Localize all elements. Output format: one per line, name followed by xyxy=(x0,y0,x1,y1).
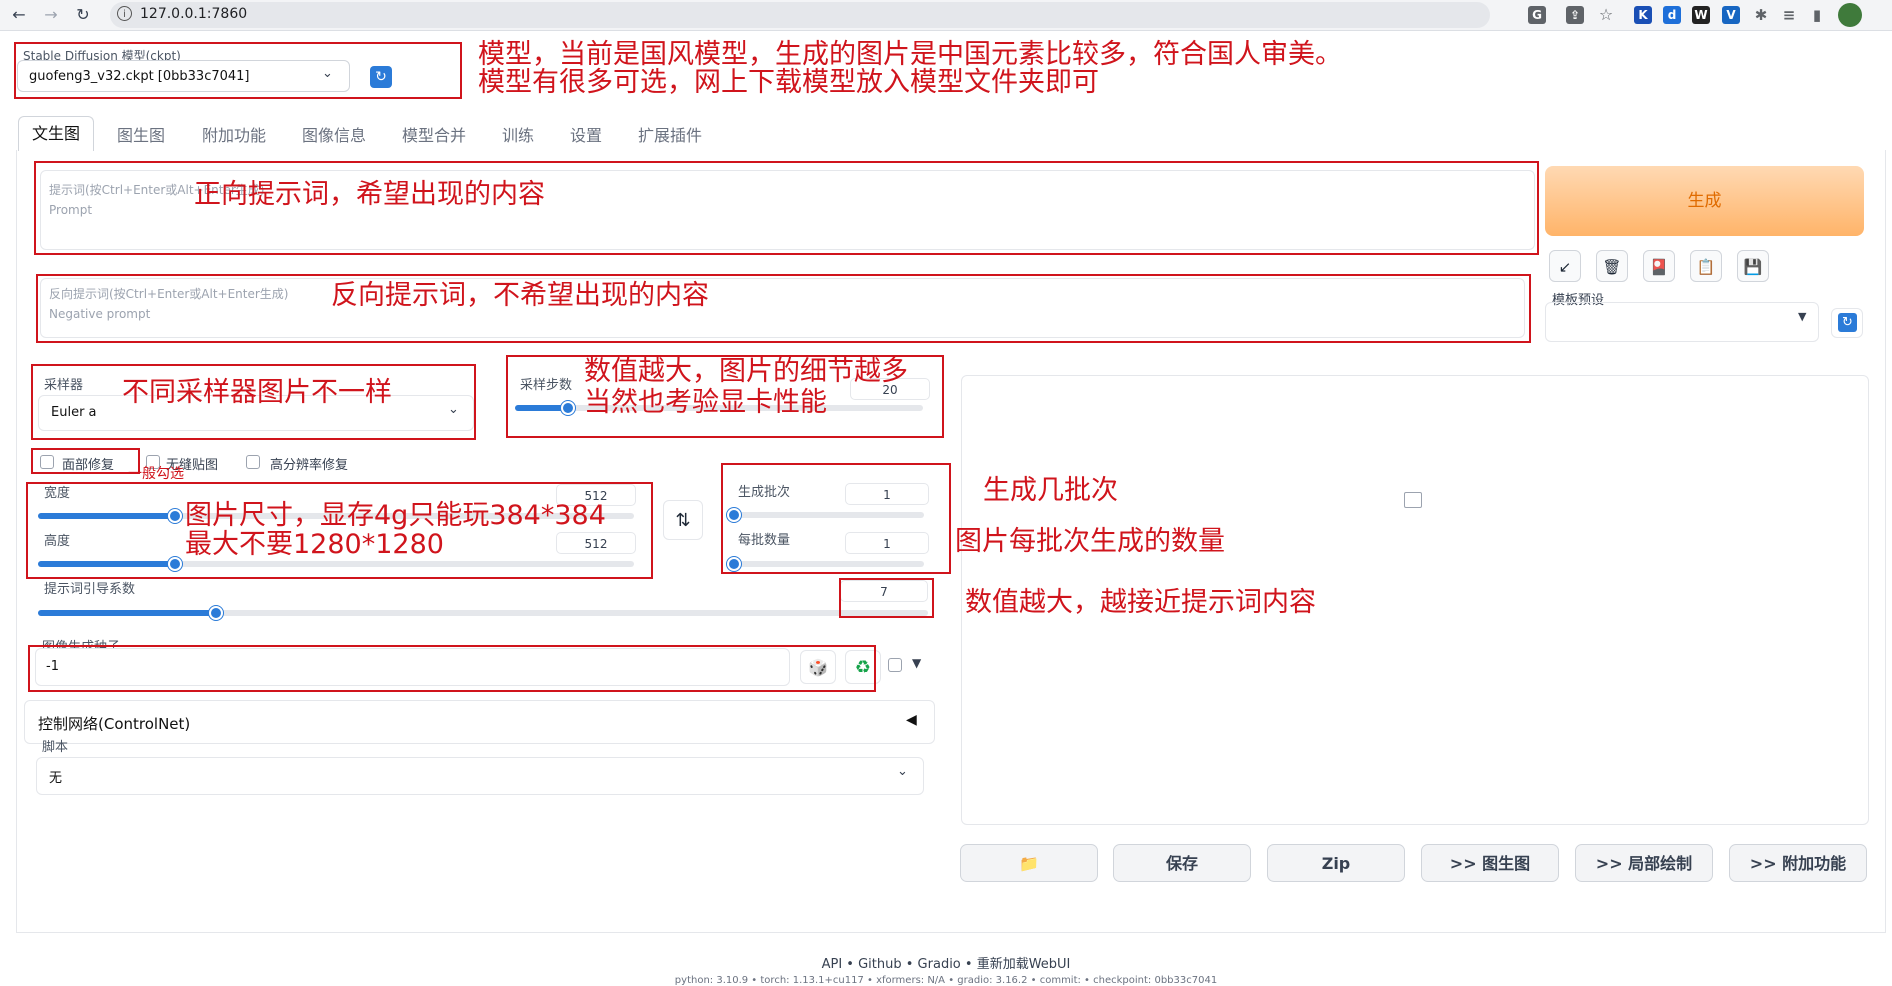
slider-thumb[interactable] xyxy=(209,606,223,620)
tab-img2img[interactable]: 图生图 xyxy=(117,122,165,146)
annotation-text: 模型，当前是国风模型，生成的图片是中国元素比较多，符合国人审美。 xyxy=(478,39,1342,70)
script-label: 脚本 xyxy=(42,740,69,755)
extension-icon[interactable]: d xyxy=(1663,6,1681,24)
avatar[interactable] xyxy=(1838,3,1862,27)
info-icon[interactable]: i xyxy=(117,6,132,21)
address-url: 127.0.0.1:7860 xyxy=(140,6,248,22)
tab-settings[interactable]: 设置 xyxy=(570,122,602,146)
extension-icon[interactable]: K xyxy=(1634,6,1652,24)
annotation-text: 图片尺寸，显存4g只能玩384*384 xyxy=(185,500,606,531)
slider-fill xyxy=(38,610,216,616)
translate-icon[interactable]: G xyxy=(1528,6,1546,24)
zip-button[interactable]: Zip xyxy=(1267,844,1405,882)
chevron-down-icon: ⌄ xyxy=(897,764,908,779)
image-placeholder-icon xyxy=(1404,492,1422,508)
slider-thumb[interactable] xyxy=(561,401,576,415)
collapse-triangle-icon[interactable]: ◀ xyxy=(906,712,917,728)
slider-fill xyxy=(38,513,176,519)
clipboard-icon[interactable]: 📋 xyxy=(1690,250,1722,282)
puzzle-icon[interactable]: ✱ xyxy=(1752,6,1770,24)
chevron-down-icon: ▼ xyxy=(1798,310,1807,323)
slider-thumb[interactable] xyxy=(168,509,183,523)
hires-fix-checkbox[interactable] xyxy=(246,455,260,469)
script-select[interactable] xyxy=(36,757,924,795)
open-folder-button[interactable]: 📁 xyxy=(960,844,1098,882)
annotation-text: 正向提示词，希望出现的内容 xyxy=(194,179,545,210)
annotation-text: 不同采样器图片不一样 xyxy=(122,377,392,408)
hires-fix-label: 高分辨率修复 xyxy=(270,458,349,473)
footer-versions: python: 3.10.9 • torch: 1.13.1+cu117 • x… xyxy=(674,975,1218,986)
swap-icon: ⇅ xyxy=(675,510,691,531)
tab-merge[interactable]: 模型合并 xyxy=(402,122,466,146)
annotation-text: 图片每批次生成的数量 xyxy=(955,526,1225,557)
send-to-inpaint-button[interactable]: >> 局部绘制 xyxy=(1575,844,1713,882)
caret-down-icon[interactable]: ▼ xyxy=(912,656,921,670)
refresh-icon: ↻ xyxy=(1838,313,1857,332)
share-icon[interactable]: ⇪ xyxy=(1566,6,1584,24)
cfg-label: 提示词引导系数 xyxy=(44,582,136,597)
annotation-text: 数值越大，越接近提示词内容 xyxy=(965,587,1316,618)
annotation-box xyxy=(28,645,876,692)
save-button[interactable]: 保存 xyxy=(1113,844,1251,882)
annotation-text: 一般勾选 xyxy=(128,466,184,482)
slider-thumb[interactable] xyxy=(168,557,183,571)
annotation-text: 反向提示词，不希望出现的内容 xyxy=(331,280,709,311)
tab-png-info[interactable]: 图像信息 xyxy=(302,122,366,146)
annotation-box xyxy=(36,274,1531,343)
footer-links[interactable]: API • Github • Gradio • 重新加载WebUI xyxy=(0,953,1892,972)
reload-icon[interactable]: ↻ xyxy=(72,4,94,26)
annotation-box xyxy=(14,42,462,99)
annotation-box xyxy=(721,463,951,574)
card-icon[interactable]: 🎴 xyxy=(1643,250,1675,282)
annotation-text: 数值越大，图片的细节越多 xyxy=(584,356,908,387)
preset-select[interactable] xyxy=(1545,302,1819,342)
slider-thumb[interactable] xyxy=(727,508,741,522)
sidebar-icon[interactable]: ▮ xyxy=(1808,6,1826,24)
forward-arrow-icon[interactable]: → xyxy=(40,4,62,26)
slider-fill xyxy=(38,561,176,567)
tab-train[interactable]: 训练 xyxy=(502,122,534,146)
annotation-box xyxy=(31,448,140,474)
save-icon[interactable]: 💾 xyxy=(1737,250,1769,282)
send-to-extras-button[interactable]: >> 附加功能 xyxy=(1729,844,1867,882)
generate-button[interactable]: 生成 xyxy=(1545,166,1864,236)
annotation-text: 最大不要1280*1280 xyxy=(185,529,444,560)
tab-extras[interactable]: 附加功能 xyxy=(202,122,266,146)
folder-icon: 📁 xyxy=(1019,854,1039,873)
address-bar[interactable] xyxy=(110,2,1490,28)
trash-icon[interactable]: 🗑 xyxy=(1596,250,1628,282)
arrow-icon[interactable]: ↙ xyxy=(1549,250,1581,282)
swap-dimensions-button[interactable]: ⇅ xyxy=(663,500,703,540)
star-icon[interactable]: ☆ xyxy=(1597,6,1615,24)
controlnet-label: 控制网络(ControlNet) xyxy=(38,715,191,733)
playlist-icon[interactable]: ≡ xyxy=(1780,6,1798,24)
tab-extensions[interactable]: 扩展插件 xyxy=(638,122,702,146)
extension-icon[interactable]: V xyxy=(1722,6,1740,24)
annotation-text: 生成几批次 xyxy=(983,475,1118,506)
extra-seed-checkbox[interactable] xyxy=(888,658,902,672)
annotation-box xyxy=(839,578,934,618)
script-value: 无 xyxy=(49,771,63,786)
tab-txt2img[interactable]: 文生图 xyxy=(18,116,94,151)
send-to-img2img-button[interactable]: >> 图生图 xyxy=(1421,844,1559,882)
back-arrow-icon[interactable]: ← xyxy=(8,4,30,26)
slider-thumb[interactable] xyxy=(727,557,741,571)
annotation-text: 当然也考验显卡性能 xyxy=(584,387,827,418)
extension-icon[interactable]: W xyxy=(1692,6,1710,24)
annotation-text: 模型有很多可选，网上下载模型放入模型文件夹即可 xyxy=(478,67,1099,98)
